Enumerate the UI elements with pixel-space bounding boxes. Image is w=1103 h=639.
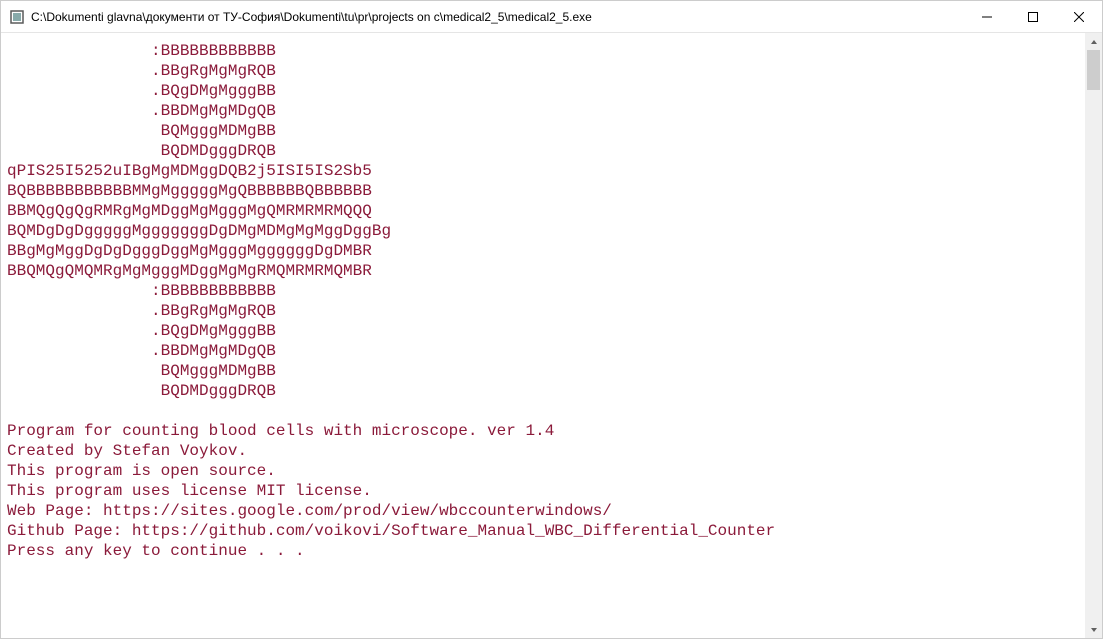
scroll-up-arrow-icon[interactable] (1085, 33, 1102, 50)
console-output: :BBBBBBBBBBBB .BBgRgMgMgRQB .BQgDMgMgggB… (1, 33, 1085, 638)
close-icon (1074, 12, 1084, 22)
scroll-track[interactable] (1085, 50, 1102, 621)
vertical-scrollbar[interactable] (1085, 33, 1102, 638)
maximize-button[interactable] (1010, 1, 1056, 32)
maximize-icon (1028, 12, 1038, 22)
app-icon (9, 9, 25, 25)
client-area: :BBBBBBBBBBBB .BBgRgMgMgRQB .BQgDMgMgggB… (1, 33, 1102, 638)
titlebar[interactable]: C:\Dokumenti glavna\документи от ТУ-Софи… (1, 1, 1102, 33)
window-controls (964, 1, 1102, 32)
close-button[interactable] (1056, 1, 1102, 32)
minimize-button[interactable] (964, 1, 1010, 32)
scroll-thumb[interactable] (1087, 50, 1100, 90)
scroll-down-arrow-icon[interactable] (1085, 621, 1102, 638)
minimize-icon (982, 12, 992, 22)
application-window: C:\Dokumenti glavna\документи от ТУ-Софи… (0, 0, 1103, 639)
window-title: C:\Dokumenti glavna\документи от ТУ-Софи… (31, 10, 964, 24)
